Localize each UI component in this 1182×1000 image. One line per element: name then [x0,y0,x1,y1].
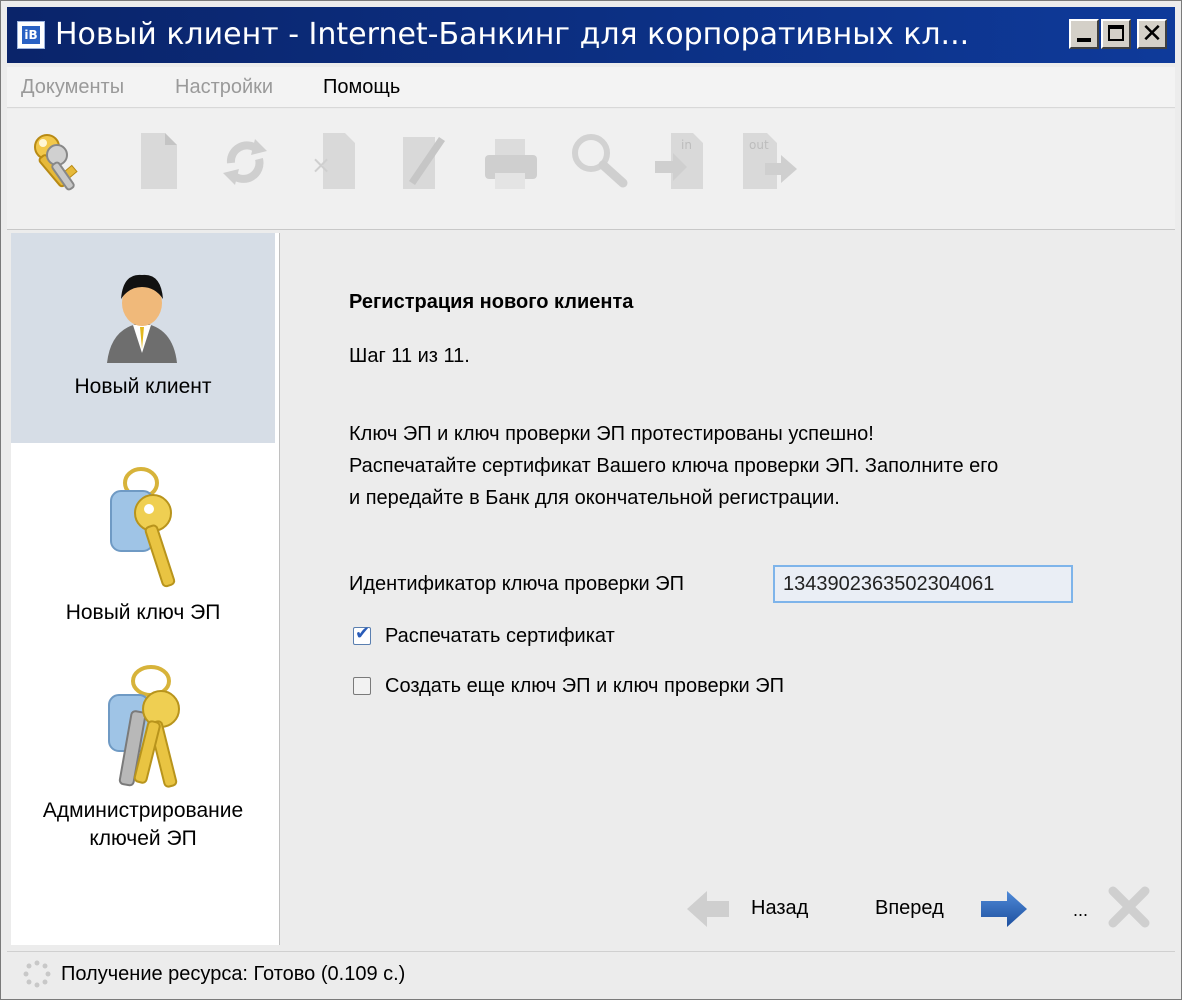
print-certificate-label[interactable]: Распечатать сертификат [385,621,615,651]
menu-settings[interactable]: Настройки [175,75,273,99]
svg-text:×: × [311,151,331,179]
toolbar-print-button[interactable] [481,129,537,193]
toolbar-export-button[interactable]: out [741,129,797,193]
back-button[interactable]: Назад [685,887,835,931]
toolbar-delete-document-button[interactable]: × [307,129,363,193]
toolbar-search-button[interactable] [567,129,628,193]
key-id-field[interactable]: 1343902363502304061 [773,565,1073,603]
maximize-button[interactable] [1101,19,1131,49]
key-id-label: Идентификатор ключа проверки ЭП [349,573,685,595]
window-title: Новый клиент - Internet-Банкинг для корп… [55,17,970,52]
toolbar-edit-document-button[interactable] [395,129,451,193]
nav-item-key-admin[interactable]: Администрирование ключей ЭП [11,659,275,859]
nav-label-new-key: Новый ключ ЭП [65,601,221,624]
close-icon [1108,886,1150,928]
arrow-left-icon [687,891,729,927]
loading-spinner-icon [23,960,51,988]
keys-icon [34,134,78,191]
toolbar-import-button[interactable]: in [655,129,711,193]
maximize-icon [1108,25,1124,41]
new-document-icon [141,133,177,189]
application-window: iB Новый клиент - Internet-Банкинг для к… [0,0,1182,1000]
nav-item-new-client[interactable]: Новый клиент [11,233,275,443]
menu-help[interactable]: Помощь [323,75,400,99]
menu-documents[interactable]: Документы [21,75,124,99]
close-window-button[interactable]: ✕ [1137,19,1167,49]
print-certificate-checkbox[interactable]: ✔ [353,623,371,645]
toolbar-refresh-button[interactable] [217,129,273,193]
print-icon [485,139,537,189]
menu-bar: Документы Настройки Помощь [7,67,1175,108]
refresh-icon [223,139,267,185]
toolbar-new-document-button[interactable] [131,129,187,193]
back-label: Назад [751,897,809,919]
minimize-button[interactable] [1069,19,1099,49]
next-button[interactable]: Вперед [875,887,1045,931]
nav-label-new-client: Новый клиент [74,375,212,398]
minimize-icon [1077,38,1091,42]
app-icon[interactable]: iB [17,21,45,49]
user-icon [107,274,177,363]
wizard-heading: Регистрация нового клиента [349,291,634,313]
toolbar: × in out [7,109,1175,230]
create-another-key-checkbox[interactable] [353,677,371,695]
keys-admin-icon [108,665,180,788]
edit-document-icon [403,137,445,189]
svg-text:in: in [681,138,692,152]
export-icon: out [743,133,797,189]
import-icon: in [655,133,703,189]
delete-document-icon: × [311,133,355,189]
arrow-right-icon [981,891,1027,927]
ellipsis-text: ... [1073,900,1089,920]
search-icon [572,134,628,188]
wizard-message-line1: Ключ ЭП и ключ проверки ЭП протестирован… [349,423,874,445]
toolbar-keys-button[interactable] [27,129,83,193]
close-icon: ✕ [1141,19,1163,49]
next-label: Вперед [875,897,944,919]
nav-label-key-admin-line1: Администрирование [42,799,244,822]
wizard-message-line2: Распечатайте сертификат Вашего ключа про… [349,455,999,477]
cancel-button[interactable] [1107,885,1151,929]
status-bar: Получение ресурса: Готово (0.109 с.) [7,951,1175,996]
status-text: Получение ресурса: Готово (0.109 с.) [61,963,406,985]
wizard-panel: Регистрация нового клиента Шаг 11 из 11.… [281,233,1175,945]
nav-item-new-key[interactable]: Новый ключ ЭП [11,451,275,651]
key-icon [110,467,176,588]
svg-text:out: out [749,138,769,152]
checkmark-icon: ✔ [355,623,371,644]
wizard-step: Шаг 11 из 11. [349,345,470,367]
navigation-panel: Новый клиент Новый ключ ЭП Администриров… [11,233,280,945]
wizard-message-line3: и передайте в Банк для окончательной рег… [349,487,840,509]
title-bar[interactable]: iB Новый клиент - Internet-Банкинг для к… [7,7,1175,63]
nav-label-key-admin-line2: ключей ЭП [89,827,197,850]
create-another-key-label[interactable]: Создать еще ключ ЭП и ключ проверки ЭП [385,671,784,701]
